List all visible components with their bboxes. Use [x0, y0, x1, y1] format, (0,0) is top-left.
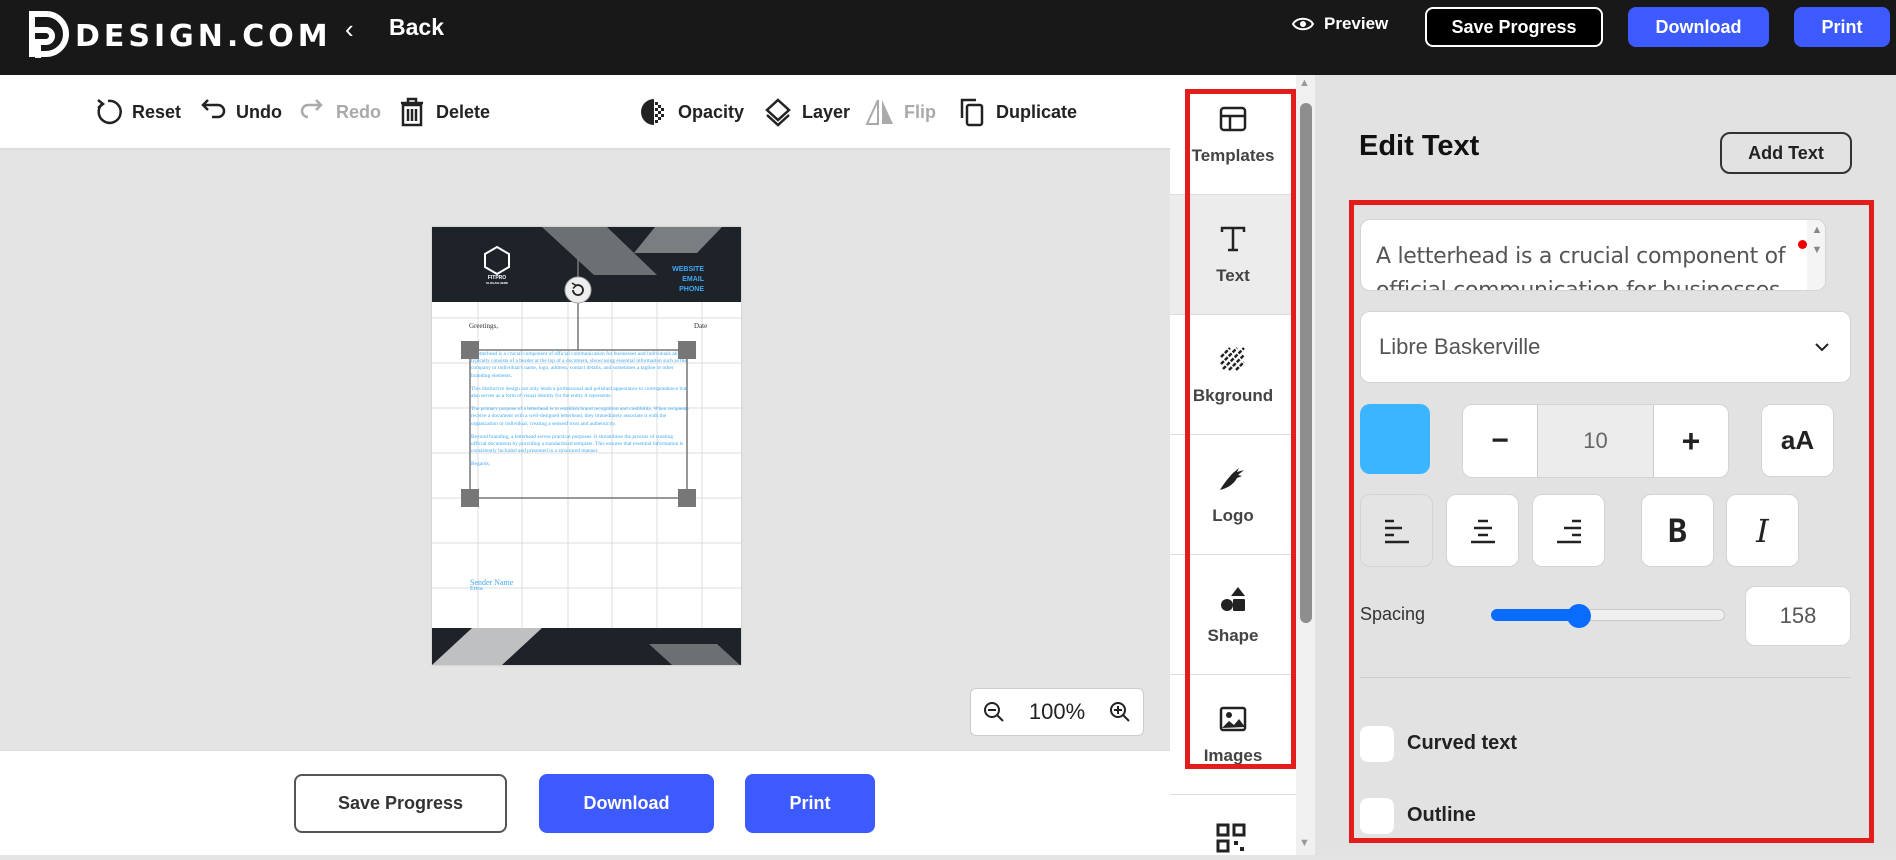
decrease-font-size-button[interactable]: −	[1463, 405, 1537, 477]
layer-button[interactable]: Layer	[762, 94, 850, 130]
back-link[interactable]: Back	[389, 14, 444, 41]
bottom-save-progress-button[interactable]: Save Progress	[294, 774, 507, 833]
font-size-value[interactable]: 10	[1537, 405, 1654, 477]
redo-label: Redo	[336, 101, 381, 122]
panel-title: Edit Text	[1359, 130, 1480, 162]
back-chevron-icon[interactable]: ‹	[345, 14, 354, 45]
eye-icon	[1292, 17, 1314, 31]
undo-label: Undo	[236, 101, 282, 122]
curved-text-checkbox[interactable]	[1360, 726, 1394, 762]
letterhead-document[interactable]: FITPRO SLOGAN HERE WEBSITE EMAIL PHONE Gre…	[432, 227, 741, 665]
zoom-level: 100%	[1028, 699, 1086, 724]
resize-handle	[678, 489, 696, 507]
resize-handle	[461, 341, 479, 359]
scroll-down-icon: ▼	[1299, 837, 1310, 849]
duplicate-icon	[960, 98, 984, 127]
font-size-stepper: − 10 +	[1462, 404, 1729, 478]
delete-button[interactable]: Delete	[396, 94, 490, 130]
increase-font-size-button[interactable]: +	[1654, 405, 1728, 477]
trash-icon	[401, 97, 423, 127]
chevron-down-icon	[1815, 343, 1829, 352]
reset-label: Reset	[132, 101, 182, 122]
print-button[interactable]: Print	[1794, 7, 1890, 47]
qr-code-icon	[1216, 823, 1246, 853]
layer-label: Layer	[802, 101, 851, 122]
cursor-dot	[1798, 240, 1807, 249]
brand-name[interactable]: DESIGN.COM	[75, 12, 332, 62]
zoom-in-icon[interactable]	[1109, 701, 1131, 723]
italic-button[interactable]: I	[1726, 494, 1799, 567]
sidebar-scrollbar[interactable]: ▲ ▼	[1296, 75, 1315, 855]
align-center-icon	[1470, 519, 1495, 543]
top-bar: DESIGN.COM ‹ Back Preview Save Progress …	[0, 0, 1896, 75]
spacing-value-input[interactable]: 158	[1745, 586, 1851, 646]
duplicate-button[interactable]: Duplicate	[956, 94, 1077, 130]
font-family-value: Libre Baskerville	[1379, 334, 1541, 359]
textarea-scrollbar[interactable]: ▲ ▼	[1807, 220, 1825, 290]
reset-icon	[97, 99, 122, 125]
align-center-button[interactable]	[1446, 494, 1519, 567]
text-color-swatch[interactable]	[1360, 404, 1430, 474]
sidebar-highlight-box	[1185, 89, 1296, 769]
delete-label: Delete	[436, 101, 491, 122]
sidebar-item-qr-code[interactable]	[1216, 823, 1246, 860]
flip-button[interactable]: Flip	[864, 94, 936, 130]
spacing-label: Spacing	[1360, 604, 1426, 624]
design-com-logo-icon[interactable]	[28, 10, 72, 64]
zoom-control: 100%	[970, 688, 1144, 736]
rotate-handle-icon	[564, 276, 592, 304]
text-content-textarea[interactable]: A letterhead is a crucial component of o…	[1360, 219, 1826, 291]
resize-handle	[678, 341, 696, 359]
font-family-select[interactable]: Libre Baskerville	[1360, 311, 1851, 383]
divider	[1360, 677, 1851, 678]
textarea-value: A letterhead is a crucial component of o…	[1376, 244, 1786, 291]
zoom-out-icon[interactable]	[983, 701, 1005, 723]
duplicate-label: Duplicate	[996, 101, 1078, 122]
preview-button[interactable]: Preview	[1292, 14, 1388, 34]
flip-label: Flip	[904, 101, 936, 122]
resize-handle	[461, 489, 479, 507]
scroll-up-icon: ▲	[1299, 77, 1310, 89]
align-right-button[interactable]	[1532, 494, 1605, 567]
outline-label: Outline	[1407, 804, 1476, 826]
opacity-button[interactable]: Opacity	[638, 94, 744, 130]
align-left-button[interactable]	[1360, 494, 1433, 567]
reset-button[interactable]: Reset	[92, 94, 181, 130]
spacing-slider[interactable]	[1491, 604, 1725, 628]
download-button[interactable]: Download	[1628, 7, 1769, 47]
redo-button[interactable]: Redo	[296, 94, 381, 130]
align-right-icon	[1556, 519, 1581, 543]
bottom-print-button[interactable]: Print	[745, 774, 875, 833]
bold-button[interactable]: B	[1641, 494, 1714, 567]
save-progress-button[interactable]: Save Progress	[1425, 7, 1603, 47]
undo-icon	[201, 99, 226, 119]
redo-icon	[300, 99, 323, 119]
selection-box[interactable]	[432, 227, 741, 665]
align-left-icon	[1384, 519, 1409, 543]
preview-label: Preview	[1324, 14, 1389, 33]
text-case-button[interactable]: aA	[1761, 404, 1834, 477]
outline-checkbox[interactable]	[1360, 798, 1394, 834]
opacity-icon	[641, 99, 664, 125]
scrollbar-thumb[interactable]	[1300, 103, 1312, 623]
undo-button[interactable]: Undo	[196, 94, 282, 130]
slider-thumb[interactable]	[1566, 604, 1591, 628]
bottom-download-button[interactable]: Download	[539, 774, 714, 833]
flip-icon	[865, 99, 893, 125]
opacity-label: Opacity	[678, 101, 745, 122]
add-text-button[interactable]: Add Text	[1720, 132, 1852, 174]
curved-text-label: Curved text	[1407, 732, 1518, 754]
layers-icon	[765, 98, 791, 127]
